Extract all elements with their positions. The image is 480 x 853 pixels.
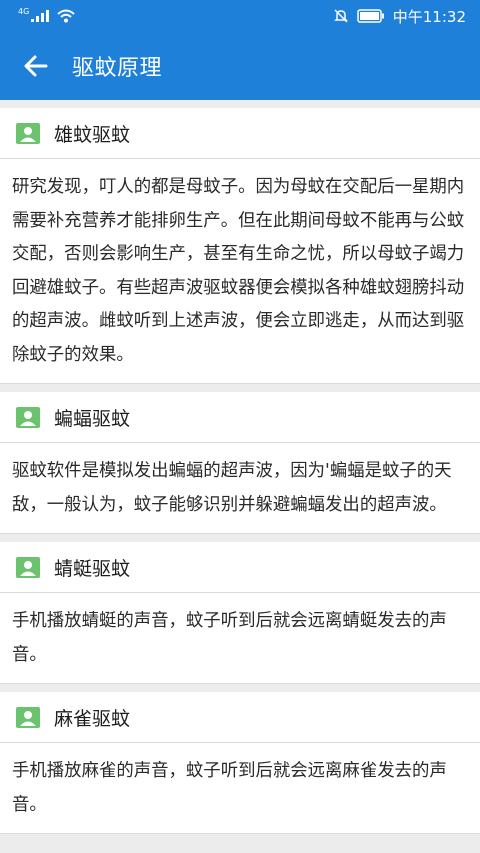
person-card-icon [16,406,40,428]
card-body-text: 手机播放蜻蜓的声音，蚊子听到后就会远离蜻蜓发去的声音。 [12,611,447,665]
card-sparrow: 麻雀驱蚊 手机播放麻雀的声音，蚊子听到后就会远离麻雀发去的声音。 [0,692,480,834]
person-card-icon [16,556,40,578]
card-header: 蝙蝠驱蚊 [0,392,480,443]
card-header: 麻雀驱蚊 [0,692,480,743]
status-right: 中午11:32 [333,6,466,27]
battery-icon [357,9,384,23]
card-body-text: 手机播放麻雀的声音，蚊子听到后就会远离麻雀发去的声音。 [12,761,447,815]
card-title: 麻雀驱蚊 [54,707,131,730]
app-bar: 驱蚊原理 [0,32,480,100]
card-header: 雄蚊驱蚊 [0,108,480,159]
mute-icon [333,9,348,23]
page-title: 驱蚊原理 [72,56,163,81]
clock-time: 中午11:32 [392,7,466,26]
card-bat: 蝙蝠驱蚊 驱蚊软件是模拟发出蝙蝠的超声波，因为'蝙蝠是蚊子的天敌，一般认为，蚊子… [0,392,480,534]
card-title: 雄蚊驱蚊 [54,123,131,146]
status-left: 4G [18,6,75,23]
wifi-icon [57,9,75,23]
card-body-text: 驱蚊软件是模拟发出蝙蝠的超声波，因为'蝙蝠是蚊子的天敌，一般认为，蚊子能够识别并… [12,461,452,515]
signal-icon [31,10,50,22]
arrow-left-icon [24,55,48,77]
network-type-label: 4G [18,6,30,16]
content-list[interactable]: 雄蚊驱蚊 研究发现，叮人的都是母蚊子。因为母蚊在交配后一星期内需要补充营养才能排… [0,100,480,834]
person-card-icon [16,122,40,144]
status-bar: 4G 中午11:32 [0,0,480,32]
card-body-text: 研究发现，叮人的都是母蚊子。因为母蚊在交配后一星期内需要补充营养才能排卵生产。但… [12,177,465,365]
card-title: 蜻蜓驱蚊 [54,557,131,580]
card-header: 蜻蜓驱蚊 [0,542,480,593]
back-button[interactable] [22,52,50,80]
person-card-icon [16,706,40,728]
card-title: 蝙蝠驱蚊 [54,407,131,430]
card-male-mosquito: 雄蚊驱蚊 研究发现，叮人的都是母蚊子。因为母蚊在交配后一星期内需要补充营养才能排… [0,108,480,384]
card-dragonfly: 蜻蜓驱蚊 手机播放蜻蜓的声音，蚊子听到后就会远离蜻蜓发去的声音。 [0,542,480,684]
